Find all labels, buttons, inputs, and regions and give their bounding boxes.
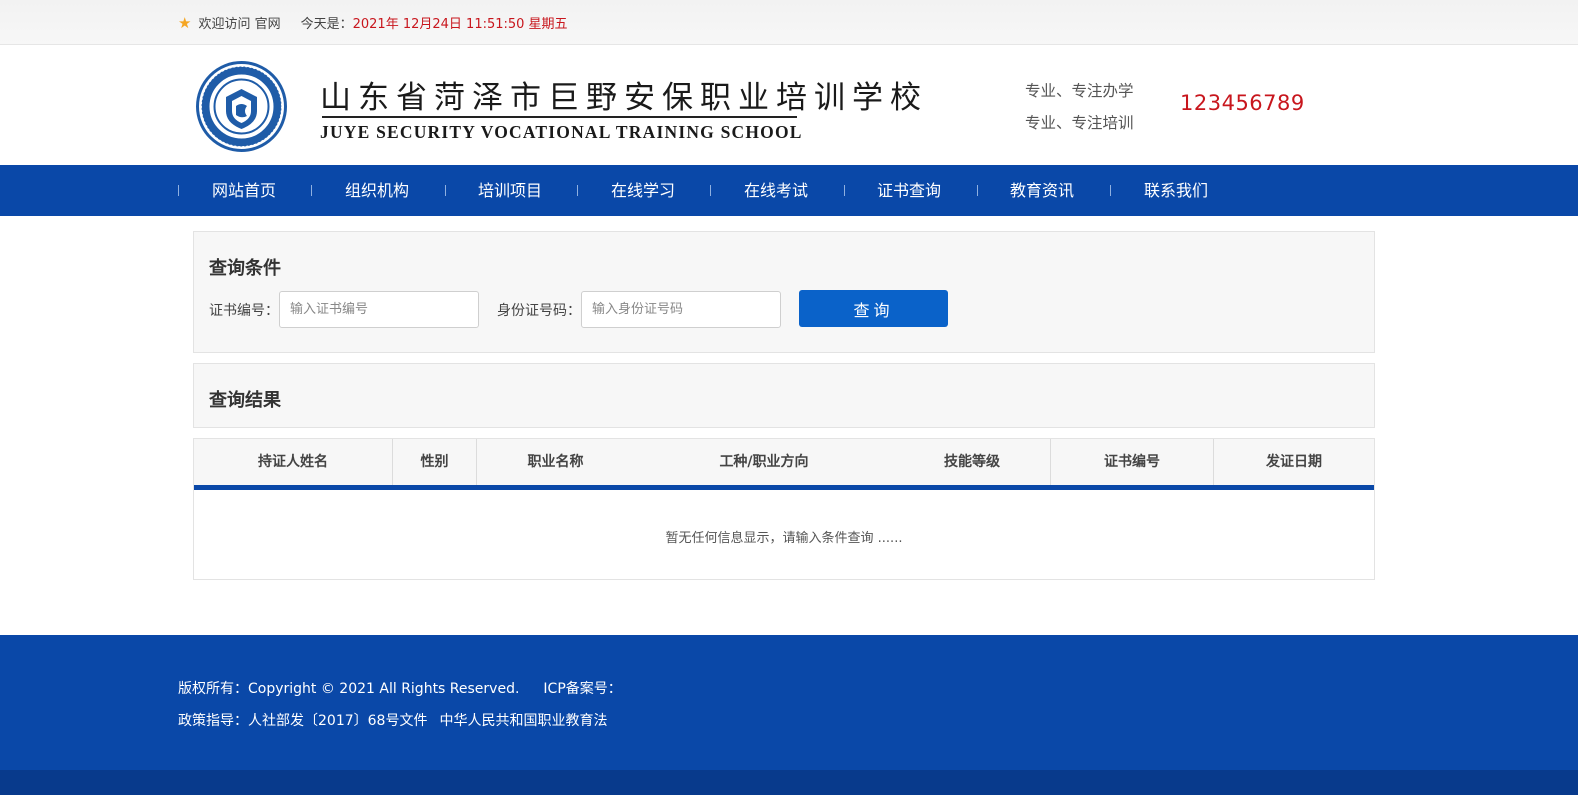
- column-header-holder-name: 持证人姓名: [258, 454, 328, 470]
- contact-phone: 123456789: [1180, 91, 1305, 115]
- nav-item-education-news[interactable]: 教育资讯: [1010, 165, 1074, 216]
- empty-message: 暂无任何信息显示，请输入条件查询 ......: [665, 531, 903, 546]
- main-nav: 网站首页 组织机构 培训项目 在线学习 在线考试 证书查询 教育资讯 联系我们: [0, 165, 1578, 216]
- welcome-text: 欢迎访问 官网: [198, 17, 281, 32]
- cert-number-input[interactable]: [279, 291, 479, 328]
- query-results-title: 查询结果: [209, 390, 281, 411]
- nav-separator: [1110, 185, 1111, 196]
- school-logo-icon: [196, 61, 287, 152]
- nav-separator: [577, 185, 578, 196]
- nav-item-online-exam[interactable]: 在线考试: [744, 165, 808, 216]
- nav-separator: [710, 185, 711, 196]
- column-header-job-direction: 工种/职业方向: [719, 454, 809, 470]
- school-name-cn: 山东省菏泽市巨野安保职业培训学校: [320, 80, 928, 116]
- nav-separator: [178, 185, 179, 196]
- nav-item-training-projects[interactable]: 培训项目: [478, 165, 542, 216]
- slogan-1: 专业、专注办学: [1025, 82, 1134, 100]
- nav-separator: [311, 185, 312, 196]
- slogan-2: 专业、专注培训: [1025, 114, 1134, 132]
- policy-link[interactable]: 政策指导：人社部发〔2017〕68号文件: [178, 713, 427, 729]
- icp-text: ICP备案号：: [543, 681, 622, 697]
- table-header-bar: [194, 485, 1374, 490]
- cert-number-label: 证书编号：: [209, 303, 279, 319]
- top-bar: ★ 欢迎访问 官网 今天是： 2021年 12月24日 11:51:50 星期五: [0, 0, 1578, 45]
- star-icon: ★: [178, 13, 192, 32]
- id-number-label: 身份证号码：: [497, 303, 581, 319]
- column-header-gender: 性别: [420, 454, 449, 470]
- nav-item-contact-us[interactable]: 联系我们: [1144, 165, 1208, 216]
- column-header-issue-date: 发证日期: [1266, 454, 1322, 470]
- nav-separator: [844, 185, 845, 196]
- query-conditions-panel: 查询条件 证书编号： 身份证号码： 查询: [193, 231, 1375, 353]
- site-footer: 版权所有：Copyright © 2021 All Rights Reserve…: [0, 635, 1578, 770]
- query-button[interactable]: 查询: [799, 290, 948, 327]
- nav-separator: [977, 185, 978, 196]
- nav-separator: [445, 185, 446, 196]
- footer-bottom-strip: [0, 770, 1578, 795]
- id-number-input[interactable]: [581, 291, 781, 328]
- today-label: 今天是：: [300, 17, 353, 32]
- table-header: 持证人姓名 性别 职业名称 工种/职业方向 技能等级 证书编号 发证日期: [194, 439, 1374, 485]
- footer-line-2: 政策指导：人社部发〔2017〕68号文件 中华人民共和国职业教育法: [178, 710, 607, 730]
- nav-item-organization[interactable]: 组织机构: [345, 165, 409, 216]
- column-header-skill-level: 技能等级: [944, 454, 1000, 470]
- footer-line-1: 版权所有：Copyright © 2021 All Rights Reserve…: [178, 678, 622, 698]
- results-table: 持证人姓名 性别 职业名称 工种/职业方向 技能等级 证书编号 发证日期 暂无任…: [193, 438, 1375, 580]
- top-bar-content: ★ 欢迎访问 官网 今天是： 2021年 12月24日 11:51:50 星期五: [178, 0, 568, 45]
- nav-item-home[interactable]: 网站首页: [212, 165, 276, 216]
- copyright-text: 版权所有：Copyright © 2021 All Rights Reserve…: [178, 681, 520, 697]
- nav-item-online-learning[interactable]: 在线学习: [611, 165, 675, 216]
- nav-item-certificate-query[interactable]: 证书查询: [877, 165, 941, 216]
- title-divider: [322, 116, 797, 118]
- education-law-link[interactable]: 中华人民共和国职业教育法: [439, 713, 607, 729]
- school-name-en: JUYE SECURITY VOCATIONAL TRAINING SCHOOL: [320, 122, 803, 142]
- query-conditions-title: 查询条件: [209, 258, 281, 279]
- site-header: 山东省菏泽市巨野安保职业培训学校 JUYE SECURITY VOCATIONA…: [0, 45, 1578, 165]
- today-datetime: 2021年 12月24日 11:51:50 星期五: [352, 17, 568, 32]
- query-results-panel: 查询结果: [193, 363, 1375, 428]
- column-header-cert-number: 证书编号: [1104, 454, 1160, 470]
- column-header-occupation: 职业名称: [527, 454, 584, 470]
